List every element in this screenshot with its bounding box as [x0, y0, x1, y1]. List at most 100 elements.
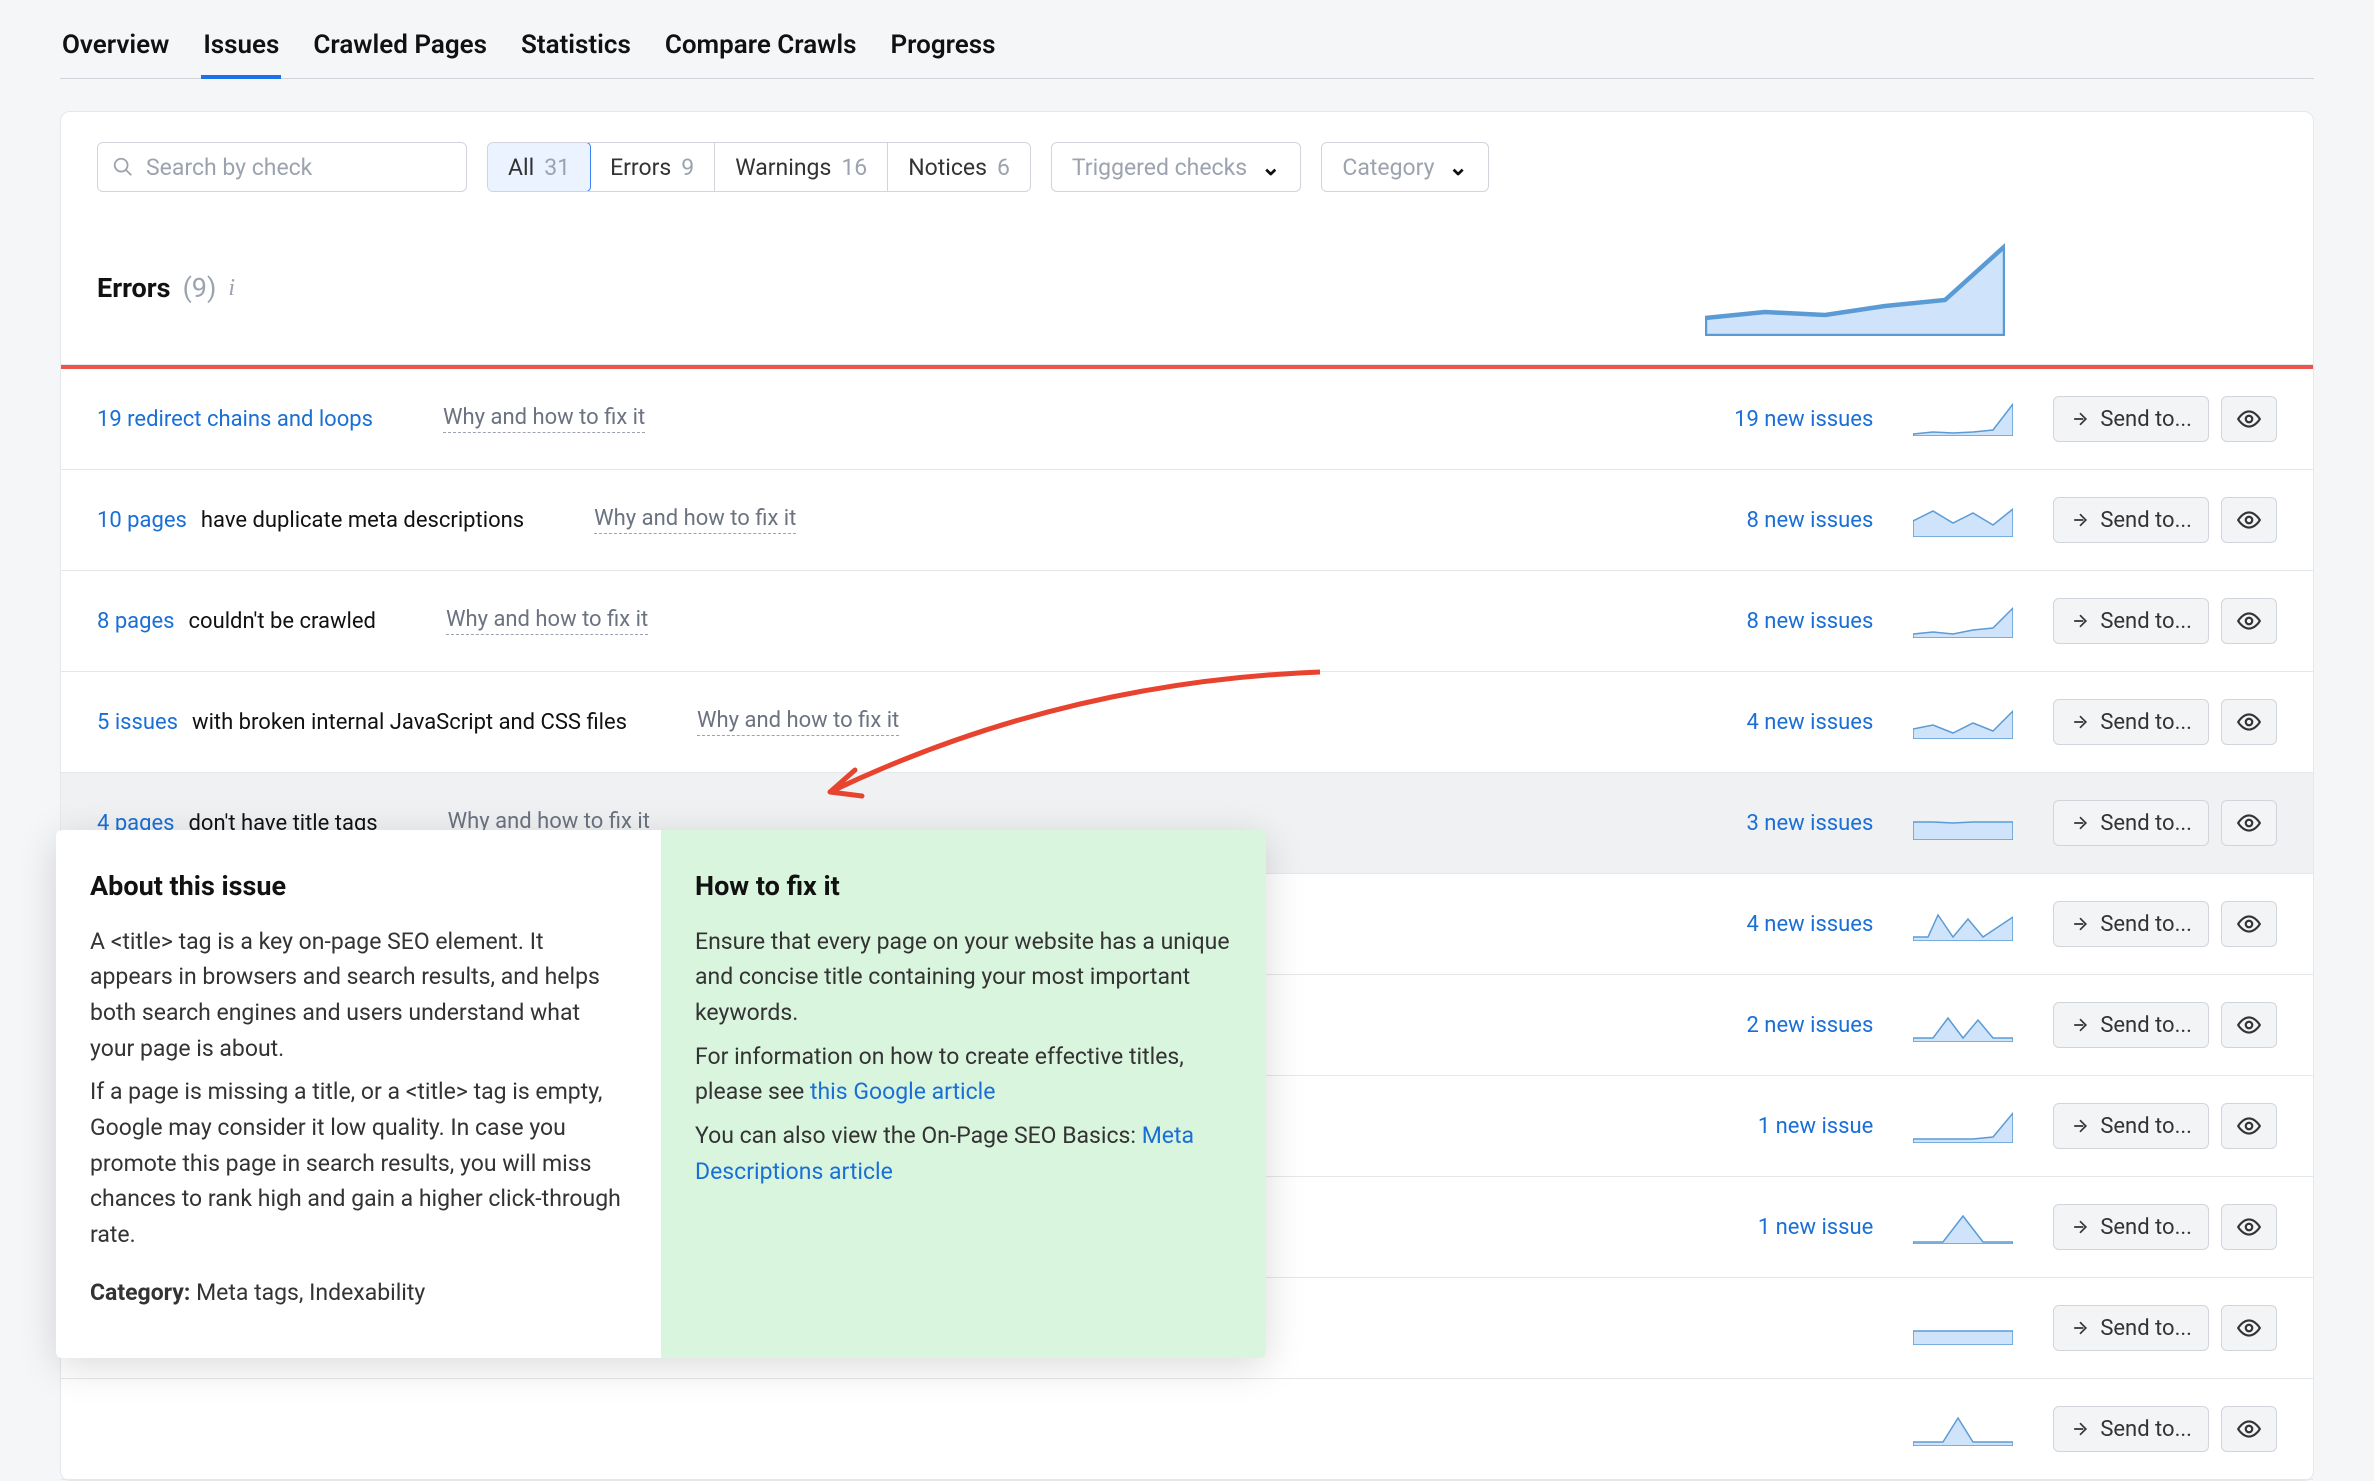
- category-label: Category:: [90, 1279, 190, 1306]
- issue-text: 19 redirect chains and loops: [97, 407, 373, 432]
- triggered-checks-dropdown[interactable]: Triggered checks ⌄: [1051, 142, 1302, 192]
- send-to-button[interactable]: Send to...: [2053, 1406, 2209, 1452]
- section-title: Errors: [97, 272, 171, 304]
- view-button[interactable]: [2221, 1204, 2277, 1250]
- send-to-button[interactable]: Send to...: [2053, 800, 2209, 846]
- view-button[interactable]: [2221, 901, 2277, 947]
- row-actions: Send to...: [2053, 1002, 2277, 1048]
- issue-link[interactable]: 19 redirect chains and loops: [97, 407, 373, 432]
- view-button[interactable]: [2221, 800, 2277, 846]
- why-how-fix-link[interactable]: Why and how to fix it: [443, 405, 645, 433]
- issue-link[interactable]: 8 pages: [97, 609, 175, 634]
- issue-link[interactable]: 10 pages: [97, 508, 187, 533]
- chevron-down-icon: ⌄: [1261, 154, 1280, 181]
- google-article-link[interactable]: this Google article: [810, 1078, 995, 1105]
- send-to-button[interactable]: Send to...: [2053, 901, 2209, 947]
- row-sparkline: [1913, 705, 2013, 739]
- send-to-button[interactable]: Send to...: [2053, 1204, 2209, 1250]
- fix-paragraph: Ensure that every page on your website h…: [695, 924, 1232, 1031]
- issue-row: 10 pages have duplicate meta description…: [61, 470, 2313, 571]
- send-to-button[interactable]: Send to...: [2053, 699, 2209, 745]
- issue-text: 8 pages couldn't be crawled: [97, 609, 376, 634]
- issue-row: 19 redirect chains and loops Why and how …: [61, 369, 2313, 470]
- view-button[interactable]: [2221, 1406, 2277, 1452]
- send-to-button[interactable]: Send to...: [2053, 1002, 2209, 1048]
- tab-statistics[interactable]: Statistics: [519, 22, 633, 78]
- new-issues-count[interactable]: 8 new issues: [1746, 508, 1873, 533]
- tab-crawled-pages[interactable]: Crawled Pages: [311, 22, 489, 78]
- row-actions: Send to...: [2053, 1305, 2277, 1351]
- row-sparkline: [1913, 1412, 2013, 1446]
- row-actions: Send to...: [2053, 1103, 2277, 1149]
- dropdown-label: Category: [1342, 154, 1434, 181]
- chevron-down-icon: ⌄: [1449, 154, 1468, 181]
- issue-row: 8 pages couldn't be crawled Why and how t…: [61, 571, 2313, 672]
- filter-segment: All 31Errors 9Warnings 16Notices 6: [487, 142, 1031, 192]
- tab-compare-crawls[interactable]: Compare Crawls: [663, 22, 859, 78]
- send-to-button[interactable]: Send to...: [2053, 598, 2209, 644]
- new-issues-count[interactable]: 3 new issues: [1746, 811, 1873, 836]
- filter-all[interactable]: All 31: [487, 142, 591, 192]
- new-issues-count[interactable]: 8 new issues: [1746, 609, 1873, 634]
- new-issues-count[interactable]: 1 new issue: [1758, 1215, 1873, 1240]
- issue-text: 5 issues with broken internal JavaScript…: [97, 710, 627, 735]
- issue-row: 5 issues with broken internal JavaScript…: [61, 672, 2313, 773]
- fix-paragraph: You can also view the On-Page SEO Basics…: [695, 1118, 1232, 1189]
- search-input[interactable]: Search by check: [97, 142, 467, 192]
- about-paragraph: If a page is missing a title, or a <titl…: [90, 1074, 627, 1252]
- issue-row: Send to...: [61, 1379, 2313, 1480]
- row-actions: Send to...: [2053, 699, 2277, 745]
- view-button[interactable]: [2221, 1103, 2277, 1149]
- how-to-fix-panel: How to fix it Ensure that every page on …: [661, 830, 1266, 1358]
- issue-description: with broken internal JavaScript and CSS …: [192, 710, 627, 735]
- issue-description: couldn't be crawled: [189, 609, 376, 634]
- search-placeholder: Search by check: [146, 154, 312, 181]
- view-button[interactable]: [2221, 699, 2277, 745]
- tab-issues[interactable]: Issues: [201, 22, 281, 78]
- about-title: About this issue: [90, 866, 627, 908]
- section-count: (9): [183, 272, 217, 304]
- new-issues-count[interactable]: 1 new issue: [1758, 1114, 1873, 1139]
- row-actions: Send to...: [2053, 598, 2277, 644]
- dropdown-label: Triggered checks: [1072, 154, 1247, 181]
- tab-overview[interactable]: Overview: [60, 22, 171, 78]
- row-sparkline: [1913, 907, 2013, 941]
- filter-warnings[interactable]: Warnings 16: [715, 143, 888, 191]
- view-button[interactable]: [2221, 1002, 2277, 1048]
- why-how-fix-link[interactable]: Why and how to fix it: [446, 607, 648, 635]
- about-paragraph: A <title> tag is a key on-page SEO eleme…: [90, 924, 627, 1067]
- tab-progress[interactable]: Progress: [889, 22, 998, 78]
- row-sparkline: [1913, 1311, 2013, 1345]
- view-button[interactable]: [2221, 497, 2277, 543]
- why-how-fix-link[interactable]: Why and how to fix it: [594, 506, 796, 534]
- row-actions: Send to...: [2053, 497, 2277, 543]
- new-issues-count[interactable]: 2 new issues: [1746, 1013, 1873, 1038]
- filter-notices[interactable]: Notices 6: [888, 143, 1030, 191]
- send-to-button[interactable]: Send to...: [2053, 396, 2209, 442]
- send-to-button[interactable]: Send to...: [2053, 1305, 2209, 1351]
- send-to-button[interactable]: Send to...: [2053, 1103, 2209, 1149]
- row-sparkline: [1913, 503, 2013, 537]
- why-how-fix-link[interactable]: Why and how to fix it: [697, 708, 899, 736]
- new-issues-count[interactable]: 4 new issues: [1746, 710, 1873, 735]
- view-button[interactable]: [2221, 598, 2277, 644]
- issue-link[interactable]: 5 issues: [97, 710, 178, 735]
- section-header: Errors (9) i: [61, 214, 2313, 364]
- info-icon[interactable]: i: [228, 275, 235, 302]
- send-to-button[interactable]: Send to...: [2053, 497, 2209, 543]
- row-sparkline: [1913, 402, 2013, 436]
- issue-detail-popover: About this issue A <title> tag is a key …: [56, 830, 1266, 1358]
- about-issue-panel: About this issue A <title> tag is a key …: [56, 830, 661, 1358]
- new-issues-count[interactable]: 4 new issues: [1746, 912, 1873, 937]
- new-issues-count[interactable]: 19 new issues: [1734, 407, 1873, 432]
- fix-paragraph: For information on how to create effecti…: [695, 1039, 1232, 1110]
- fix-title: How to fix it: [695, 866, 1232, 908]
- view-button[interactable]: [2221, 396, 2277, 442]
- row-actions: Send to...: [2053, 1406, 2277, 1452]
- category-value: Meta tags, Indexability: [196, 1279, 425, 1306]
- category-dropdown[interactable]: Category ⌄: [1321, 142, 1488, 192]
- issue-text: 10 pages have duplicate meta description…: [97, 508, 524, 533]
- filter-errors[interactable]: Errors 9: [590, 143, 715, 191]
- view-button[interactable]: [2221, 1305, 2277, 1351]
- row-sparkline: [1913, 1008, 2013, 1042]
